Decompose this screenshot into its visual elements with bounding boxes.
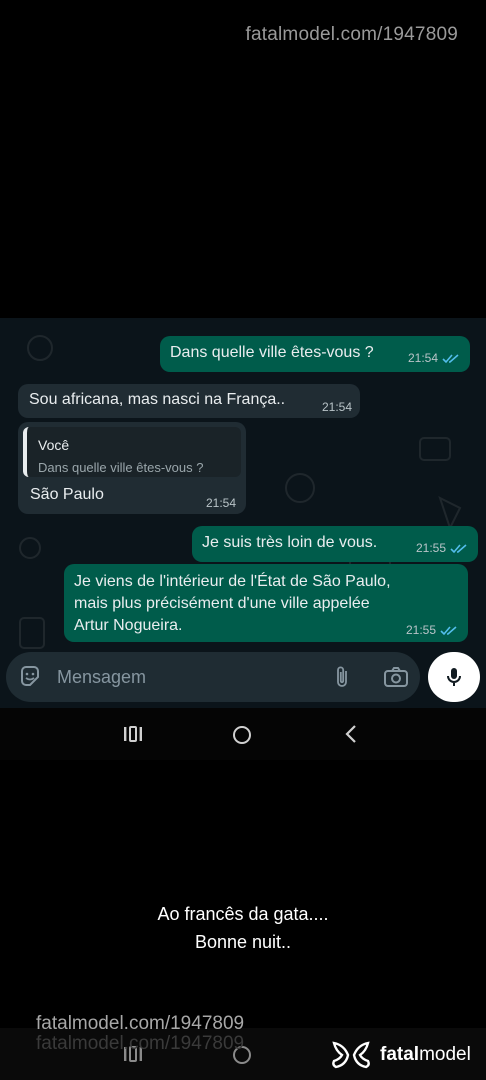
watermark-bottom-ghost: fatalmodel.com/1947809 [36,1033,245,1054]
message-line: Je viens de l'intérieur de l'État de São… [74,573,391,590]
watermark-bottom: fatalmodel.com/1947809 [36,1013,245,1034]
time-label: 21:55 [405,623,436,637]
message-input[interactable]: Mensagem [57,667,146,688]
message-text: Je suis très loin de vous. [202,534,378,551]
quote-text: Dans quelle ville êtes-vous ? [38,460,204,475]
message-time: 21:55 [416,541,468,555]
sticker-icon[interactable] [18,665,42,689]
time-label: 21:54 [407,351,438,365]
time-label: 21:55 [415,541,446,555]
mic-button[interactable] [428,652,480,702]
caption-line-1: Ao francês da gata.... [157,904,329,924]
message-time: 21:55 [406,623,458,637]
double-check-icon [442,354,459,364]
double-check-icon [440,626,457,636]
home-icon[interactable] [231,724,253,746]
message-text: Dans quelle ville êtes-vous ? [170,344,374,361]
attach-icon[interactable] [332,665,352,689]
message-text: São Paulo [30,486,104,503]
message-text: Sou africana, mas nasci na França.. [29,391,286,408]
brand-suffix: model [419,1044,471,1065]
double-check-icon [450,544,467,554]
message-bubble-reply[interactable]: Você Dans quelle ville êtes-vous ? São P… [18,422,246,514]
watermark-top: fatalmodel.com/1947809 [245,24,458,45]
message-time: 21:54 [321,400,352,414]
message-composer[interactable]: Mensagem [6,652,420,702]
recent-apps-icon[interactable] [122,724,144,744]
message-time: 21:54 [408,351,460,365]
quote-author: Você [38,437,70,453]
message-bubble-incoming[interactable]: Sou africana, mas nasci na França.. 21:5… [18,384,360,418]
message-time: 21:54 [205,496,236,510]
brand-prefix: fatal [380,1044,420,1065]
fatalmodel-logo-icon [332,1041,370,1069]
message-bubble-outgoing[interactable]: Je suis très loin de vous. 21:55 [192,526,478,562]
microphone-icon [447,668,461,686]
message-text: Je viens de l'intérieur de l'État de São… [74,571,414,637]
caption-line-2: Bonne nuit.. [194,932,292,952]
message-bubble-outgoing[interactable]: Dans quelle ville êtes-vous ? 21:54 [160,336,470,372]
quoted-message[interactable]: Você Dans quelle ville êtes-vous ? [23,427,241,477]
fatalmodel-logo-text: fatalmodel [380,1044,471,1066]
back-icon[interactable] [342,724,362,744]
message-line: mais plus précisément d'une ville appelé… [74,595,370,612]
system-nav-bar [0,708,486,760]
camera-icon[interactable] [383,665,409,689]
message-line: Artur Nogueira. [74,617,183,634]
message-bubble-outgoing[interactable]: Je viens de l'intérieur de l'État de São… [64,564,468,642]
